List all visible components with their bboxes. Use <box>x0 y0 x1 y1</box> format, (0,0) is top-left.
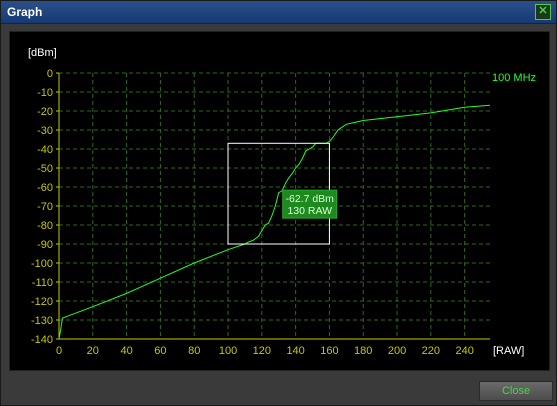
y-tick-label: -50 <box>37 163 53 175</box>
y-tick-label: -110 <box>32 277 53 289</box>
y-tick-label: 0 <box>47 68 53 80</box>
y-tick-label: -20 <box>37 106 53 118</box>
y-tick-label: -40 <box>37 144 53 156</box>
chart: 0 -10 -20 -30 -40 -50 -60 -70 -80 -90 -100 -110 -120… <box>28 47 536 357</box>
y-tick-label: -140 <box>31 334 53 346</box>
title-bar[interactable]: Graph ✕ <box>1 1 556 24</box>
x-tick-label: 20 <box>87 345 99 357</box>
x-axis-label: [RAW] <box>493 345 524 357</box>
y-tick-label: -120 <box>31 296 53 308</box>
close-icon[interactable]: ✕ <box>535 4 551 20</box>
x-tick-label: 60 <box>154 345 166 357</box>
y-tick-label: -60 <box>37 182 53 194</box>
y-tick-label: -30 <box>37 125 53 137</box>
x-tick-label: 140 <box>286 345 304 357</box>
window-title: Graph <box>7 5 43 19</box>
y-tick-label: -130 <box>31 315 53 327</box>
y-tick-label: -80 <box>37 220 53 232</box>
x-tick-label: 100 <box>219 345 237 357</box>
tooltip-raw: 130 RAW <box>287 205 332 217</box>
y-tick-label: -70 <box>37 201 53 213</box>
plot-area: 0 -10 -20 -30 -40 -50 -60 -70 -80 -90 -100 -110 -120… <box>9 31 550 371</box>
x-tick-label: 220 <box>422 345 440 357</box>
x-tick-label: 180 <box>354 345 372 357</box>
x-tick-label: 0 <box>56 345 62 357</box>
x-tick-label: 120 <box>253 345 271 357</box>
close-button[interactable]: Close <box>479 381 553 401</box>
x-tick-label: 240 <box>455 345 473 357</box>
graph-window: Graph ✕ 0 -10 -20 -30 -40 -50 -60 -70 -80 -90 -100… <box>0 0 557 406</box>
y-axis-label: [dBm] <box>28 47 57 59</box>
series-label: 100 MHz <box>492 72 536 84</box>
x-tick-label: 40 <box>120 345 132 357</box>
y-tick-label: -100 <box>31 258 53 270</box>
series-line <box>58 104 491 340</box>
x-tick-label: 80 <box>188 345 200 357</box>
y-tick-label: -90 <box>37 239 53 251</box>
tooltip-value: -62.7 dBm <box>285 193 334 205</box>
y-tick-label: -10 <box>37 87 53 99</box>
x-tick-label: 200 <box>388 345 406 357</box>
x-tick-label: 160 <box>320 345 338 357</box>
